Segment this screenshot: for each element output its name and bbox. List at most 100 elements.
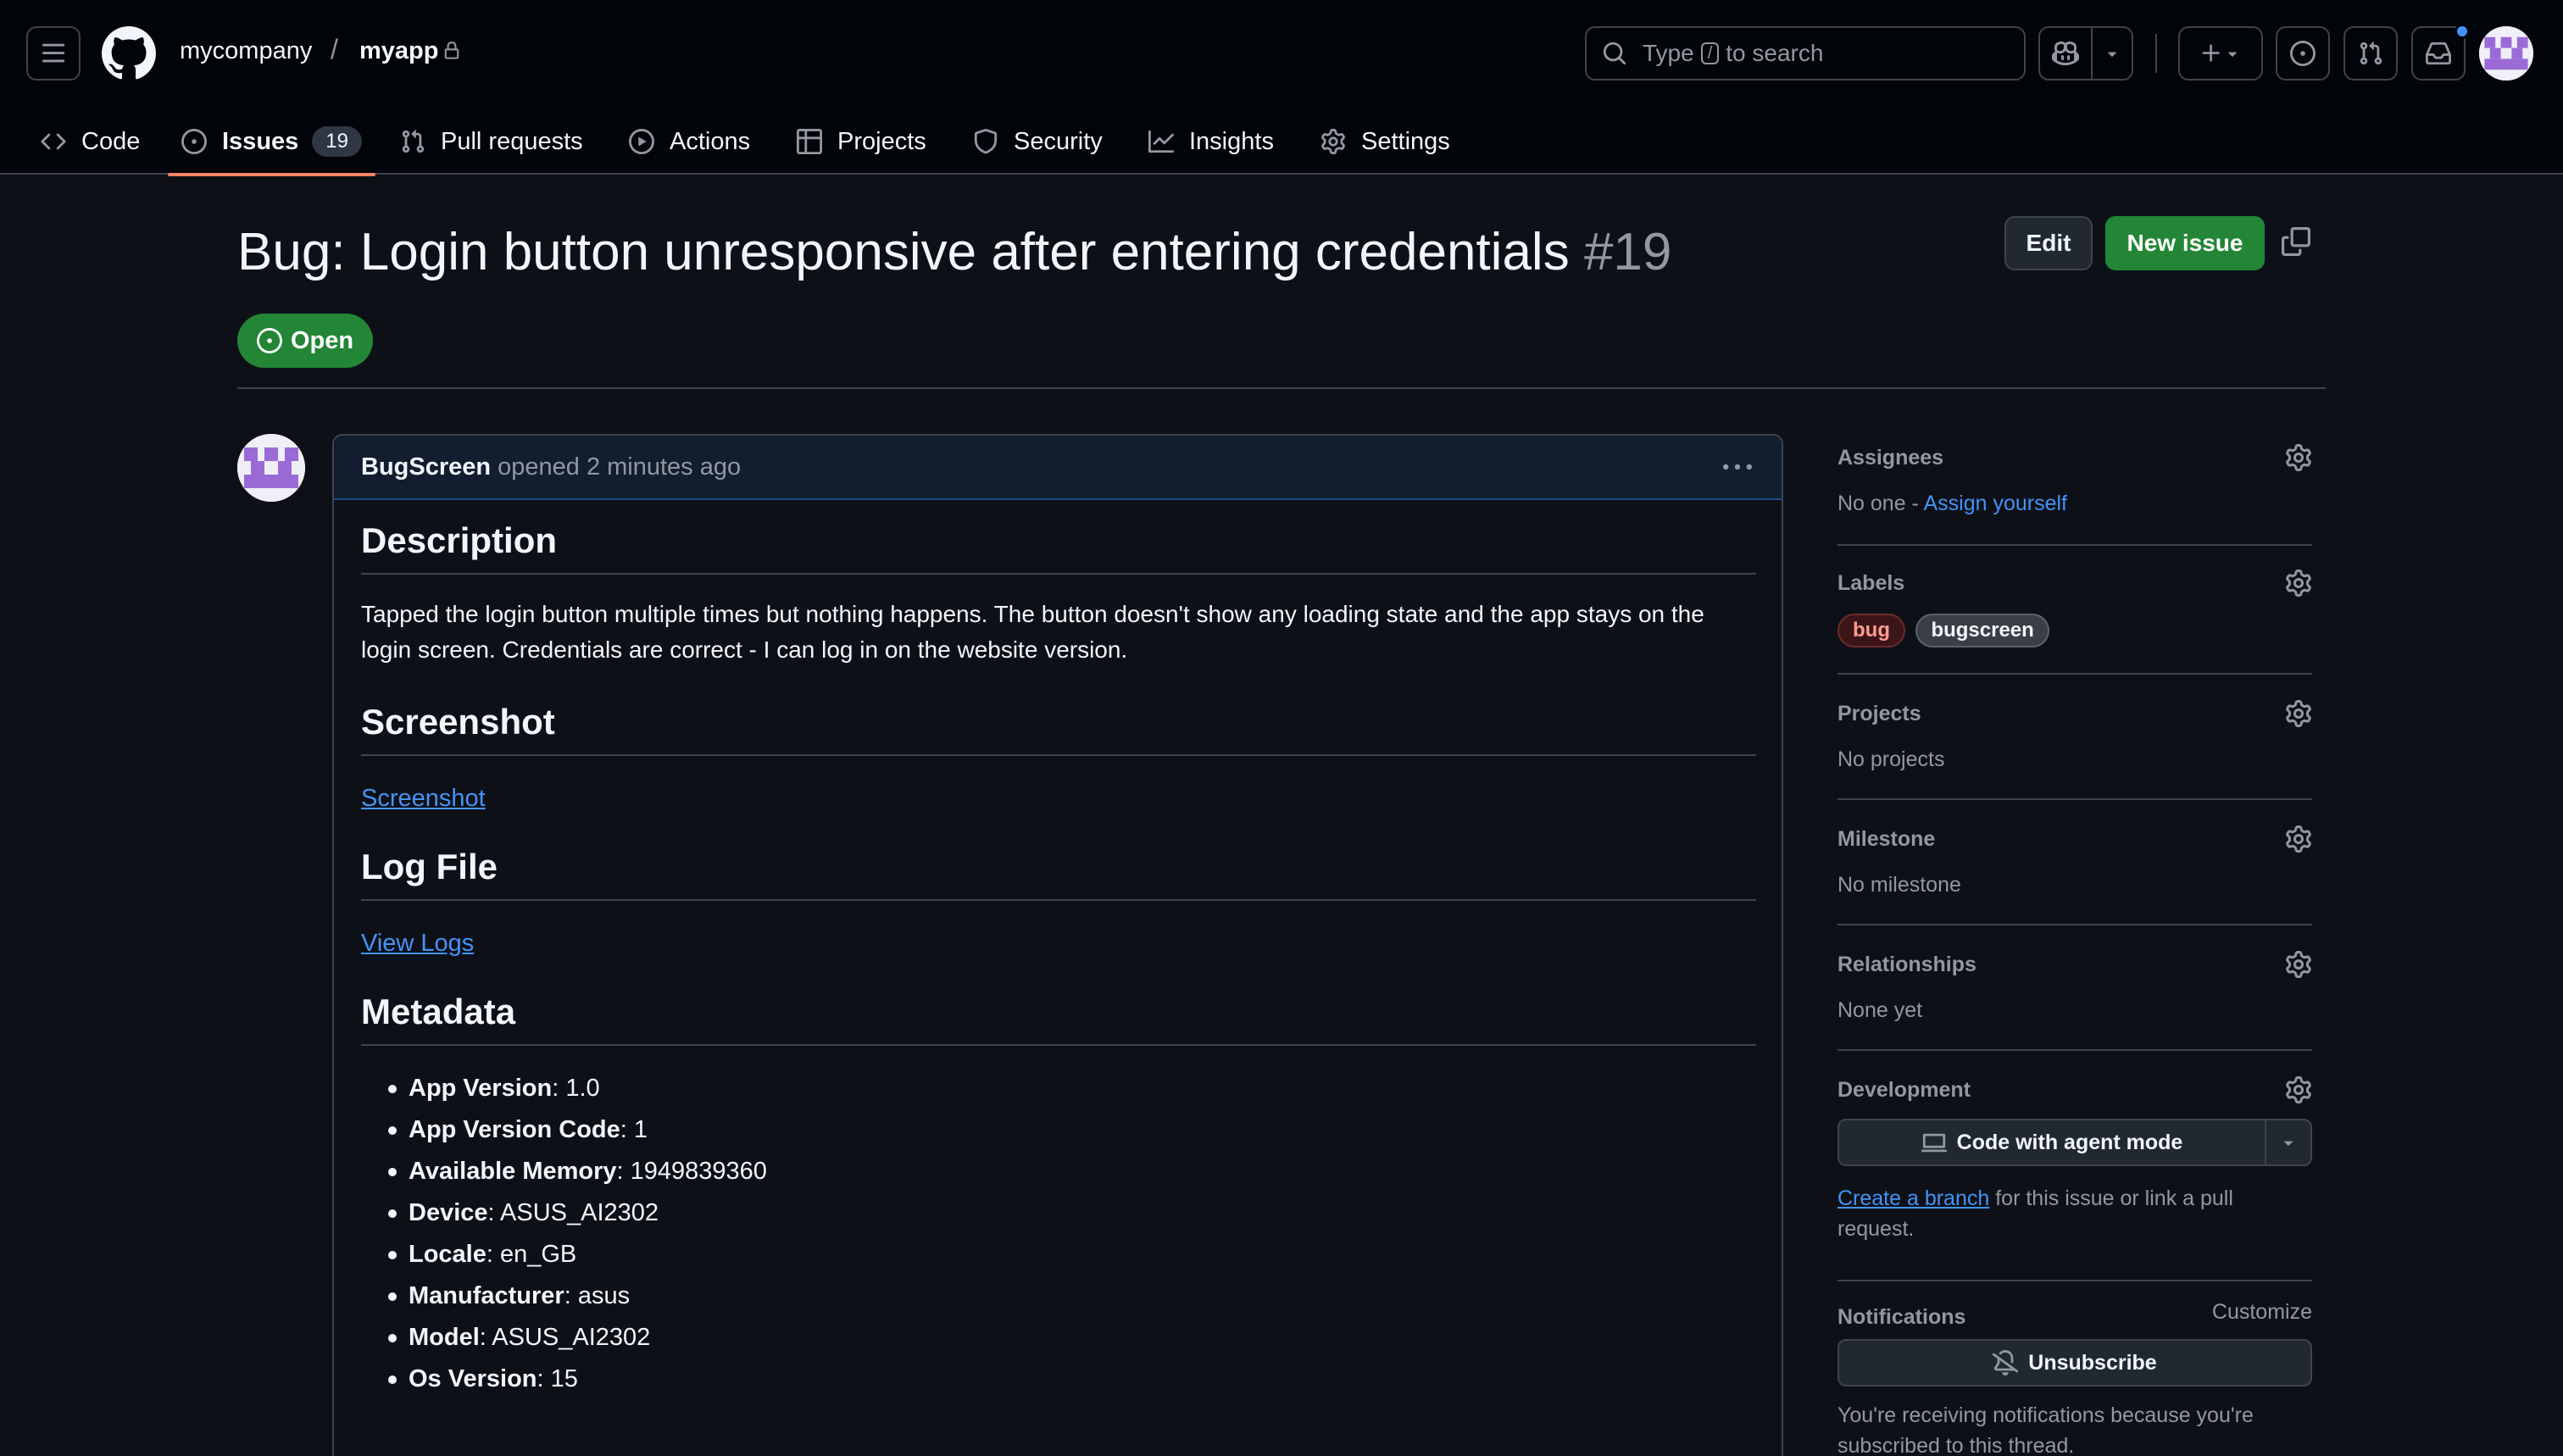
header-divider [2155,34,2157,73]
your-issues-button[interactable] [2276,26,2330,81]
hamburger-icon [42,43,65,63]
tab-issues[interactable]: Issues 19 [168,108,375,176]
gear-icon [2286,700,2311,727]
metadata-key: Locale [409,1241,486,1268]
comment-timestamp[interactable]: 2 minutes ago [587,453,741,481]
development-section: Development Code with agent mode Create … [1837,1051,2312,1281]
tab-label: Actions [670,127,751,155]
projects-heading: Projects [1837,702,1921,725]
new-issue-button-label: New issue [2127,230,2243,256]
git-pull-request-icon [402,130,425,153]
assignees-value: No one - Assign yourself [1837,492,2067,516]
tab-insights[interactable]: Insights [1148,108,1274,175]
tab-label: Settings [1361,127,1450,155]
metadata-value: : 1.0 [552,1075,600,1102]
assignees-section: Assignees No one - Assign yourself [1837,434,2312,546]
comment-options-button[interactable] [1721,454,1754,481]
repo-owner-link[interactable]: mycompany [180,37,312,65]
metadata-heading: Metadata [361,992,1756,1046]
graph-icon [1148,130,1174,153]
inbox-icon [2426,42,2451,65]
screenshot-link-row: Screenshot [361,785,1756,813]
code-with-agent-button[interactable]: Code with agent mode [1837,1119,2266,1166]
label-bugscreen[interactable]: bugscreen [1915,614,2049,647]
tab-label: Projects [837,127,926,155]
projects-settings-button[interactable] [2285,700,2312,727]
labels-section: Labels bug bugscreen [1837,546,2312,675]
list-item: Model: ASUS_AI2302 [361,1317,1756,1359]
copy-icon [2282,227,2310,256]
notification-indicator-dot [2455,24,2470,39]
list-item: Device: ASUS_AI2302 [361,1192,1756,1234]
new-issue-button[interactable]: New issue [2105,216,2265,270]
repo-nav-tabs: Code Issues 19 Pull requests Actions Pro… [0,108,2563,176]
view-logs-link[interactable]: View Logs [361,930,474,957]
copilot-dropdown-button[interactable] [2091,26,2133,81]
tab-pull-requests[interactable]: Pull requests [400,108,583,175]
github-logo-icon[interactable] [102,26,156,81]
unsubscribe-button[interactable]: Unsubscribe [1837,1339,2312,1387]
metadata-key: Os Version [409,1365,537,1392]
edit-button-label: Edit [2026,230,2071,256]
customize-link[interactable]: Customize [2212,1300,2312,1325]
notifications-section: Notifications Customize Unsubscribe You'… [1837,1281,2312,1456]
screenshot-link[interactable]: Screenshot [361,785,486,812]
development-heading: Development [1837,1078,1971,1102]
description-heading: Description [361,520,1756,575]
triangle-down-icon [2283,1141,2293,1146]
milestone-settings-button[interactable] [2285,825,2312,853]
tab-security[interactable]: Security [973,108,1103,175]
code-with-agent-dropdown[interactable] [2265,1119,2312,1166]
issue-title: Bug: Login button unresponsive after ent… [237,222,1671,282]
metadata-key: Model [409,1324,480,1351]
tab-label: Pull requests [441,127,583,155]
search-input[interactable]: Type / to search [1585,26,2026,81]
issue-state-label: Open [290,326,354,354]
tab-projects[interactable]: Projects [797,108,926,175]
tab-actions[interactable]: Actions [629,108,750,175]
metadata-value: : asus [564,1282,631,1309]
relationships-settings-button[interactable] [2285,951,2312,978]
label-bug[interactable]: bug [1837,614,1905,647]
issue-opened-icon [256,328,282,353]
notifications-heading: Notifications [1837,1305,1966,1329]
repo-name-link[interactable]: myapp [359,37,438,65]
tab-settings[interactable]: Settings [1320,108,1450,175]
log-link-row: View Logs [361,930,1756,958]
description-text: Tapped the login button multiple times b… [361,601,1704,663]
copy-link-button[interactable] [2282,227,2314,259]
metadata-key: App Version Code [409,1116,620,1143]
search-placeholder-suffix: to search [1726,40,1824,66]
code-with-agent-label: Code with agent mode [1956,1130,2183,1154]
assign-yourself-link[interactable]: Assign yourself [1923,492,2067,515]
metadata-value: : ASUS_AI2302 [479,1324,651,1351]
labels-heading: Labels [1837,571,1905,595]
metadata-list: App Version: 1.0 App Version Code: 1 Ava… [361,1068,1756,1400]
author-avatar[interactable] [237,434,305,502]
tab-code[interactable]: Code [41,108,140,175]
assignees-heading: Assignees [1837,446,1944,470]
comment-header: BugScreen opened 2 minutes ago [334,436,1782,500]
search-shortcut-key: / [1700,42,1720,64]
comment-author-link[interactable]: BugScreen [361,453,491,481]
list-item: Os Version: 15 [361,1359,1756,1400]
your-pull-requests-button[interactable] [2343,26,2398,81]
list-item: Locale: en_GB [361,1234,1756,1275]
user-avatar[interactable] [2479,26,2533,81]
gear-icon [2286,825,2311,853]
tab-label: Security [1014,127,1103,155]
edit-button[interactable]: Edit [2004,216,2093,270]
assignees-settings-button[interactable] [2285,444,2312,471]
copilot-button[interactable] [2038,26,2093,81]
gear-icon [1321,129,1345,154]
triangle-down-icon [2227,52,2238,57]
projects-value: No projects [1837,747,1945,771]
issue-body-comment: BugScreen opened 2 minutes ago Descripti… [332,434,1783,1456]
metadata-key: Device [409,1199,488,1226]
metadata-value: : en_GB [486,1241,577,1268]
create-new-button[interactable] [2178,26,2263,81]
menu-button[interactable] [26,26,81,81]
development-settings-button[interactable] [2285,1076,2312,1103]
labels-settings-button[interactable] [2285,570,2312,597]
create-branch-link[interactable]: Create a branch [1837,1186,1989,1210]
